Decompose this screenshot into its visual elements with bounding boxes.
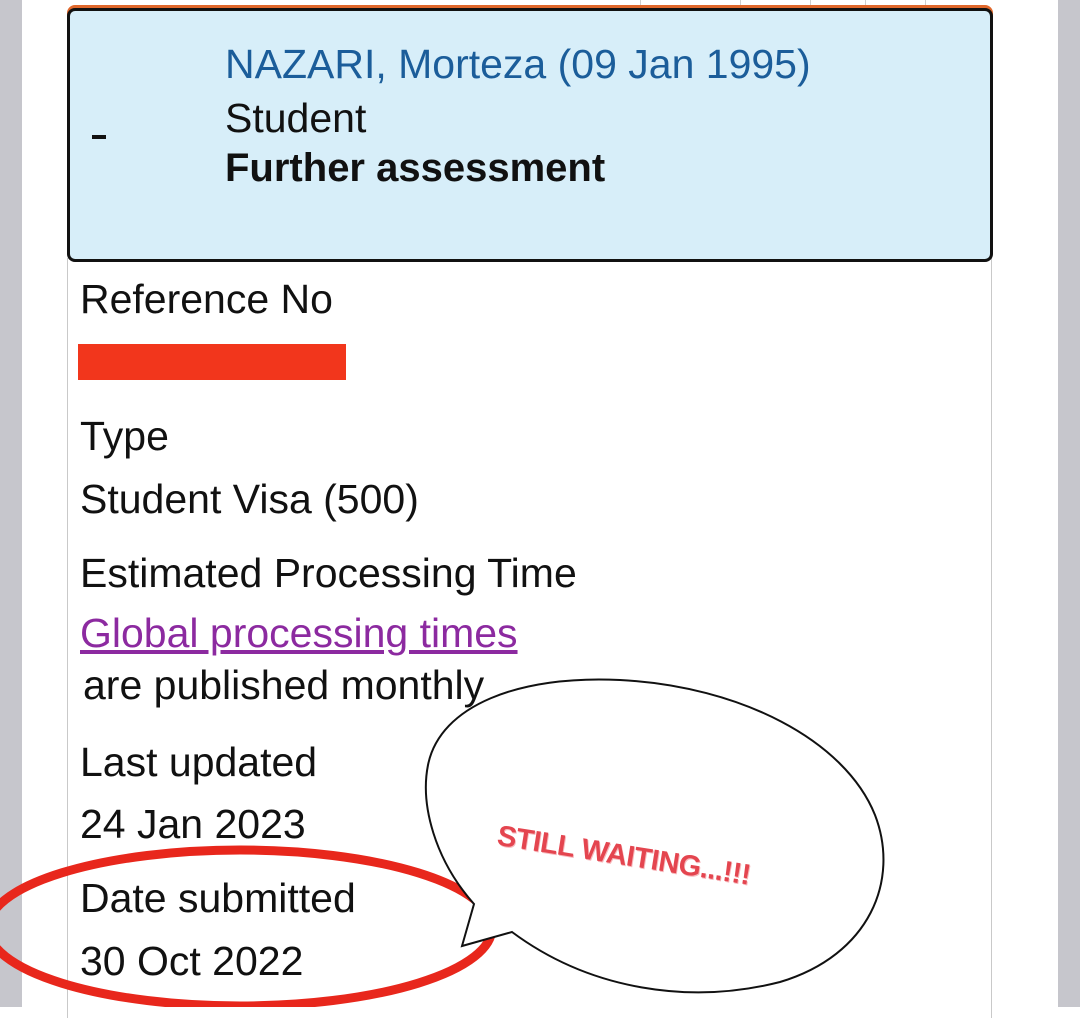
- speech-bubble: [424, 678, 885, 994]
- highlight-circle: [0, 845, 497, 1007]
